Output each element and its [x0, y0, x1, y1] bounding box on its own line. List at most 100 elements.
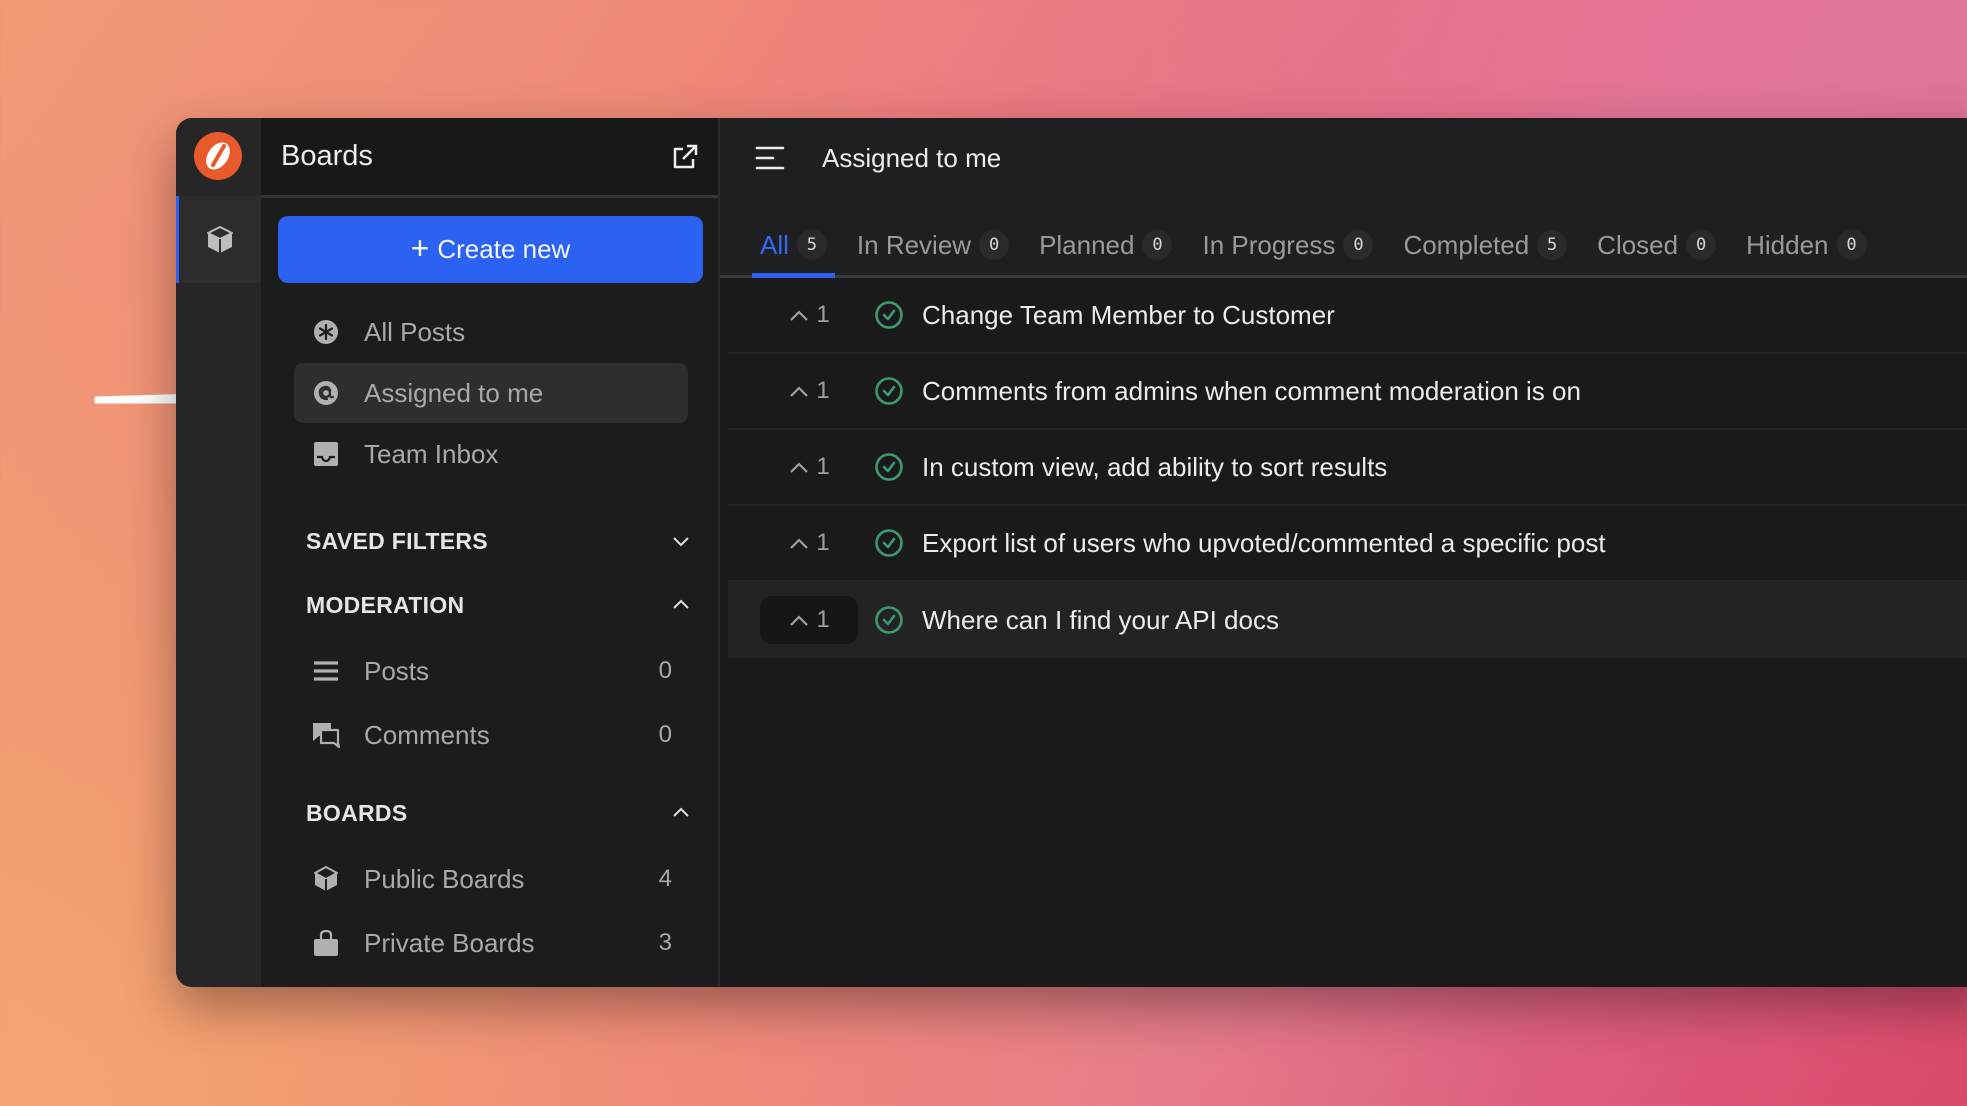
section-moderation[interactable]: MODERATION: [306, 585, 692, 625]
lock-bag-icon: [312, 929, 340, 957]
sidebar-item-private-boards[interactable]: Private Boards 3: [294, 913, 688, 973]
tab-label: Hidden: [1746, 230, 1828, 261]
status-tabs: All 5 In Review 0 Planned 0 In Progress …: [720, 198, 1967, 278]
external-link-icon[interactable]: [670, 142, 700, 172]
tab-label: All: [760, 230, 789, 261]
tab-count: 0: [1343, 230, 1373, 260]
tab-label: Closed: [1597, 230, 1678, 261]
chevron-up-icon[interactable]: [670, 802, 692, 824]
tab-count: 0: [1686, 230, 1716, 260]
nav-count: 4: [659, 865, 672, 893]
vote-count: 1: [816, 453, 829, 481]
tab-in-review[interactable]: In Review 0: [849, 215, 1017, 275]
sidebar-item-moderation-comments[interactable]: Comments 0: [294, 705, 688, 765]
nav-label: Comments: [364, 720, 490, 751]
tab-count: 5: [1537, 230, 1567, 260]
tab-closed[interactable]: Closed 0: [1589, 215, 1724, 275]
cube-icon: [204, 224, 236, 256]
section-label: MODERATION: [306, 592, 464, 619]
plus-icon: +: [411, 232, 430, 264]
check-circle-icon: [874, 452, 904, 482]
check-circle-icon: [874, 528, 904, 558]
section-label: BOARDS: [306, 800, 407, 827]
upvote-button[interactable]: 1: [760, 291, 858, 339]
sidebar-title: Boards: [281, 140, 373, 173]
tab-label: Completed: [1403, 230, 1529, 261]
tab-completed[interactable]: Completed 5: [1395, 215, 1575, 275]
post-row[interactable]: 1 In custom view, add ability to sort re…: [728, 430, 1967, 506]
post-list: 1 Change Team Member to Customer 1 Comme…: [728, 278, 1967, 658]
menu-icon[interactable]: [755, 145, 785, 171]
post-title[interactable]: Comments from admins when comment modera…: [922, 376, 1581, 407]
page-title: Assigned to me: [822, 143, 1001, 174]
sidebar-item-public-boards[interactable]: Public Boards 4: [294, 849, 688, 909]
tab-label: Planned: [1039, 230, 1134, 261]
section-saved-filters[interactable]: SAVED FILTERS: [306, 521, 692, 561]
at-sign-icon: [312, 379, 340, 407]
vote-count: 1: [816, 606, 829, 634]
tab-label: In Progress: [1202, 230, 1335, 261]
chevron-up-icon: [788, 308, 810, 322]
upvote-button[interactable]: 1: [760, 596, 858, 644]
tab-count: 0: [1142, 230, 1172, 260]
rail-item-boards[interactable]: [176, 196, 261, 283]
main-panel: Assigned to me All 5 In Review 0 Planned…: [720, 118, 1967, 987]
nav-count: 0: [659, 721, 672, 749]
post-title[interactable]: Change Team Member to Customer: [922, 300, 1335, 331]
vote-count: 1: [816, 529, 829, 557]
inbox-icon: [312, 440, 340, 468]
nav-count: 3: [659, 929, 672, 957]
post-title[interactable]: Export list of users who upvoted/comment…: [922, 528, 1606, 559]
chevron-up-icon: [788, 384, 810, 398]
post-row[interactable]: 1 Export list of users who upvoted/comme…: [728, 506, 1967, 582]
create-new-button[interactable]: + Create new: [278, 216, 703, 283]
chevron-down-icon[interactable]: [670, 530, 692, 552]
tab-all[interactable]: All 5: [752, 215, 835, 275]
tab-label: In Review: [857, 230, 971, 261]
comments-icon: [312, 721, 340, 749]
sidebar: Boards + Create new All Posts Assigned t…: [261, 118, 720, 987]
sidebar-item-team-inbox[interactable]: Team Inbox: [294, 424, 688, 484]
post-title[interactable]: In custom view, add ability to sort resu…: [922, 452, 1387, 483]
chevron-up-icon[interactable]: [670, 594, 692, 616]
tab-count: 5: [797, 230, 827, 260]
tab-count: 0: [979, 230, 1009, 260]
upvote-button[interactable]: 1: [760, 519, 858, 567]
logo-icon[interactable]: [193, 131, 243, 181]
nav-label: Private Boards: [364, 928, 535, 959]
icon-rail: [176, 118, 261, 987]
post-row[interactable]: 1 Change Team Member to Customer: [728, 278, 1967, 354]
chevron-up-icon: [788, 536, 810, 550]
tab-hidden[interactable]: Hidden 0: [1738, 215, 1874, 275]
section-boards[interactable]: BOARDS: [306, 793, 692, 833]
nav-label: Assigned to me: [364, 378, 543, 409]
tab-planned[interactable]: Planned 0: [1031, 215, 1180, 275]
chevron-up-icon: [788, 460, 810, 474]
post-row[interactable]: 1 Where can I find your API docs: [728, 582, 1967, 658]
list-icon: [312, 657, 340, 685]
main-header: Assigned to me: [720, 118, 1967, 198]
nav-label: All Posts: [364, 317, 465, 348]
nav-label: Team Inbox: [364, 439, 498, 470]
create-new-label: Create new: [437, 234, 570, 265]
section-label: SAVED FILTERS: [306, 528, 488, 555]
check-circle-icon: [874, 300, 904, 330]
vote-count: 1: [816, 377, 829, 405]
check-circle-icon: [874, 376, 904, 406]
upvote-button[interactable]: 1: [760, 443, 858, 491]
app-window: Boards + Create new All Posts Assigned t…: [176, 118, 1967, 987]
nav-label: Posts: [364, 656, 429, 687]
chevron-up-icon: [788, 613, 810, 627]
sidebar-item-assigned-to-me[interactable]: Assigned to me: [294, 363, 688, 423]
nav-count: 0: [659, 657, 672, 685]
post-row[interactable]: 1 Comments from admins when comment mode…: [728, 354, 1967, 430]
tab-count: 0: [1837, 230, 1867, 260]
vote-count: 1: [816, 301, 829, 329]
sidebar-item-moderation-posts[interactable]: Posts 0: [294, 641, 688, 701]
sidebar-item-all-posts[interactable]: All Posts: [294, 302, 688, 362]
check-circle-icon: [874, 605, 904, 635]
tab-in-progress[interactable]: In Progress 0: [1194, 215, 1381, 275]
nav-label: Public Boards: [364, 864, 524, 895]
post-title[interactable]: Where can I find your API docs: [922, 605, 1279, 636]
upvote-button[interactable]: 1: [760, 367, 858, 415]
